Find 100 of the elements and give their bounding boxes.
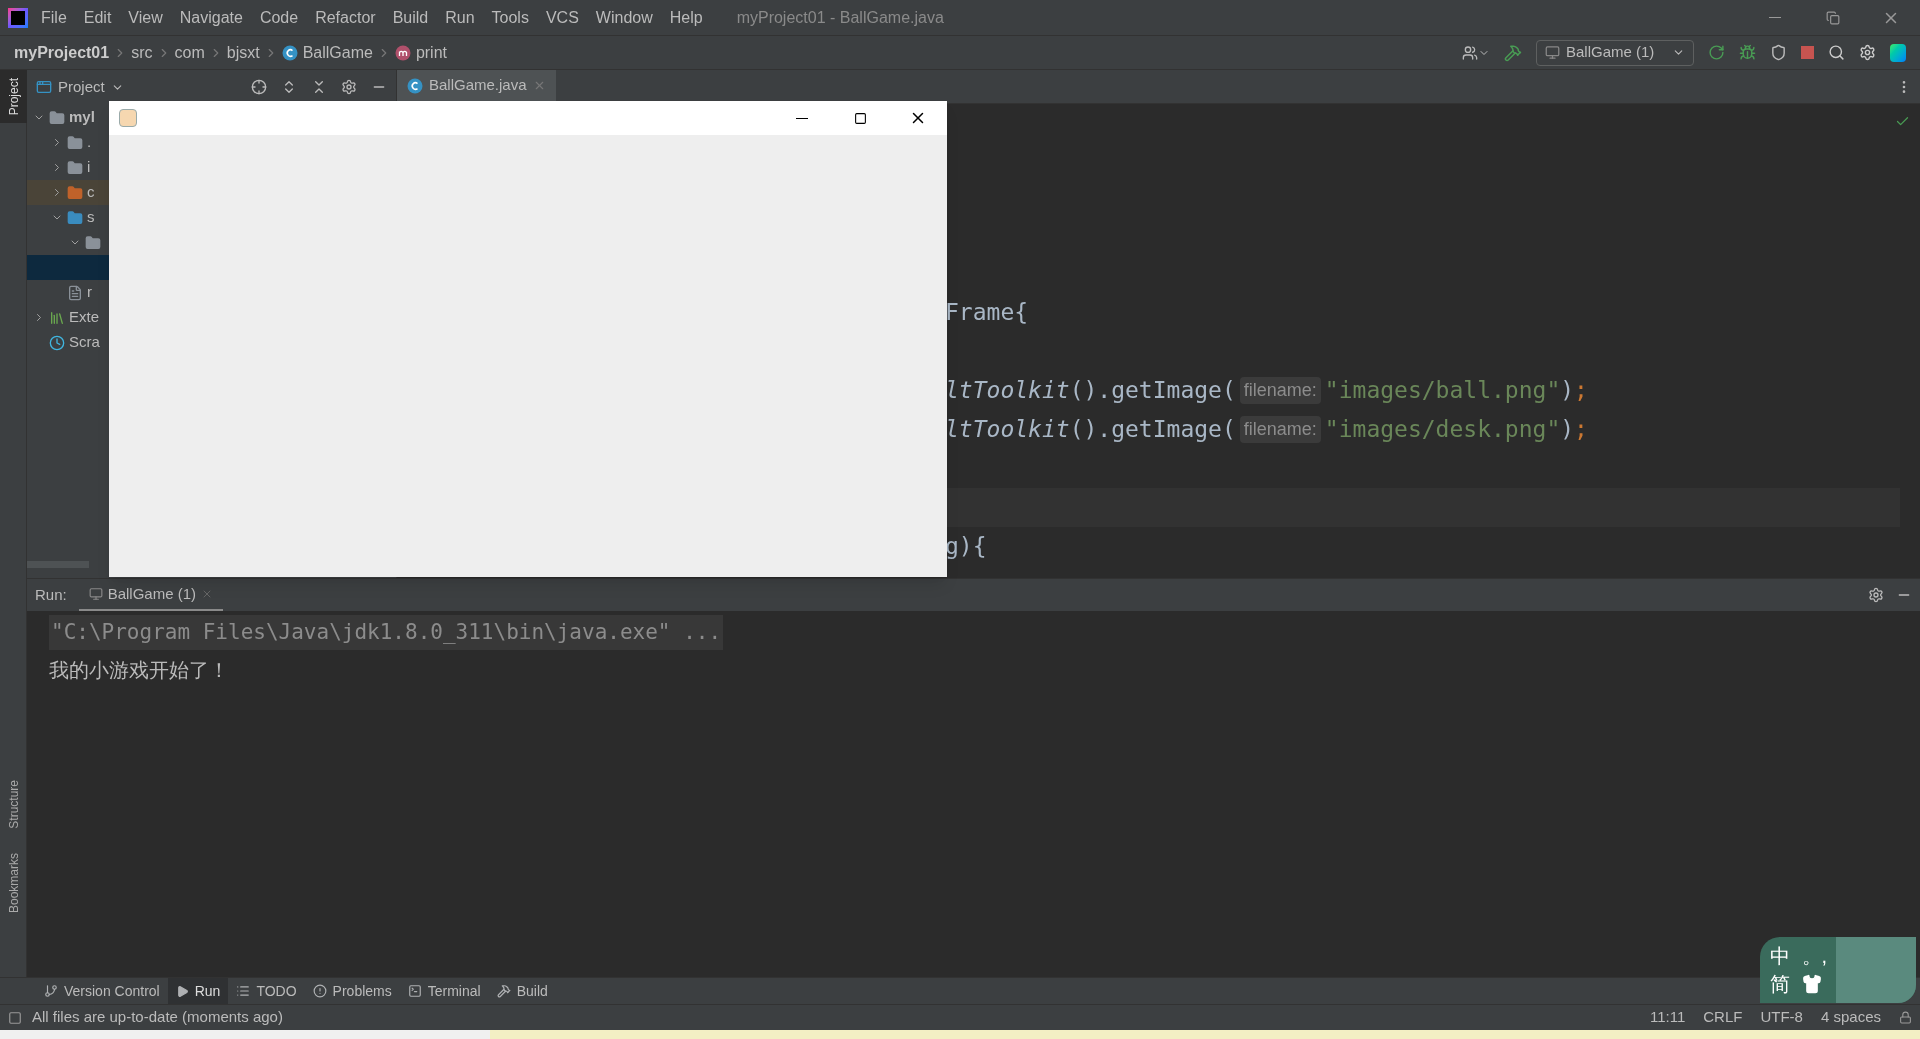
tree-label: i — [87, 157, 91, 178]
menu-item[interactable]: VCS — [545, 5, 579, 30]
menu-item[interactable]: Code — [259, 5, 299, 30]
code-text: ) — [1560, 376, 1575, 406]
ime-mode[interactable]: 中 — [1770, 942, 1796, 970]
parameter-hint: filename: — [1239, 416, 1321, 443]
tree-row[interactable]: i — [27, 155, 109, 180]
breadcrumb-item[interactable]: src — [131, 40, 153, 65]
menu-item[interactable]: Help — [669, 5, 703, 30]
tool-window-tab[interactable]: Terminal — [399, 978, 489, 1004]
status-item[interactable]: CRLF — [1703, 1006, 1743, 1029]
lock-icon[interactable] — [1899, 1011, 1912, 1024]
console-line: 我的小游戏开始了！ — [49, 657, 229, 684]
menu-item[interactable]: Navigate — [179, 5, 243, 30]
libraries-icon — [49, 309, 65, 326]
tree-label: Exte — [69, 307, 99, 328]
alert-icon — [312, 984, 327, 998]
tree-row[interactable]: Exte — [27, 305, 109, 330]
monitor-icon — [1545, 45, 1560, 60]
locate-icon[interactable] — [251, 79, 267, 95]
side-tab[interactable]: Project — [0, 70, 27, 124]
panel-toggle-icon[interactable] — [8, 1010, 22, 1025]
plugin-logo-icon[interactable] — [1890, 43, 1906, 62]
code-text: ; — [1574, 415, 1588, 445]
tree-row[interactable]: . — [27, 130, 109, 155]
string-literal: "images/ball.png" — [1324, 376, 1561, 406]
method-icon — [394, 44, 411, 61]
tree-row[interactable]: s — [27, 205, 109, 230]
breadcrumb-item[interactable]: print — [394, 40, 447, 65]
tool-window-tab[interactable]: Version Control — [36, 978, 168, 1004]
ime-punctuation[interactable]: 。, — [1801, 942, 1828, 970]
breadcrumb-item[interactable]: com — [174, 40, 205, 65]
clock-icon — [49, 334, 65, 351]
run-config-dropdown[interactable]: BallGame (1) — [1536, 39, 1694, 66]
branch-icon — [44, 984, 58, 998]
menu-item[interactable]: Tools — [491, 5, 529, 30]
tool-window-tab[interactable]: TODO — [228, 978, 305, 1004]
folder-icon — [67, 184, 83, 201]
panel-title[interactable]: Project — [58, 75, 105, 99]
tool-window-tab[interactable]: Run — [167, 978, 229, 1004]
restore-icon — [1826, 10, 1840, 25]
panel-label: Run: — [35, 584, 67, 605]
folder-icon — [67, 209, 83, 226]
menu-item[interactable]: Run — [445, 5, 475, 30]
editor-tab[interactable]: BallGame.java — [397, 70, 556, 103]
tree-label: r — [87, 282, 92, 303]
tool-window-tab[interactable]: Problems — [304, 978, 400, 1004]
file-icon — [67, 284, 83, 301]
shield-icon[interactable] — [1770, 44, 1787, 61]
menu-item[interactable]: Build — [392, 5, 429, 30]
tree-row[interactable]: r — [27, 280, 109, 305]
window-icon — [36, 79, 52, 95]
tree-label: Scra — [69, 332, 100, 353]
settings-icon[interactable] — [1859, 44, 1876, 61]
window-title: myProject01 - BallGame.java — [736, 7, 944, 28]
folder-icon — [67, 159, 83, 176]
status-item[interactable]: UTF-8 — [1760, 1006, 1803, 1029]
monitor-icon — [88, 587, 103, 601]
ime-script[interactable]: 简 — [1770, 970, 1796, 998]
folder-icon — [49, 109, 65, 126]
user-icon[interactable] — [1462, 44, 1490, 61]
status-item[interactable]: 4 spaces — [1820, 1006, 1881, 1029]
shirt-icon[interactable] — [1801, 974, 1822, 994]
code-text: ltToolkit — [945, 415, 1070, 445]
menu-item[interactable]: View — [128, 5, 163, 30]
menu-item[interactable]: Window — [595, 5, 653, 30]
status-item[interactable]: 11:11 — [1649, 1006, 1686, 1029]
menu-item[interactable]: File — [41, 5, 67, 30]
maximize-icon — [853, 111, 867, 125]
folder-icon — [85, 234, 101, 251]
terminal-icon — [407, 984, 422, 998]
tree-row[interactable]: c — [27, 180, 109, 205]
settings-icon[interactable] — [1868, 587, 1884, 603]
folder-icon — [67, 134, 83, 151]
breadcrumb-item[interactable]: myProject01 — [14, 40, 110, 65]
tool-window-tab[interactable]: Build — [488, 978, 556, 1004]
side-tab[interactable]: Structure — [0, 772, 27, 837]
breadcrumb-item[interactable]: BallGame — [281, 40, 373, 65]
parameter-hint: filename: — [1239, 377, 1321, 404]
code-text: Frame{ — [945, 298, 1029, 328]
breadcrumb-item[interactable]: bjsxt — [226, 40, 260, 65]
code-text: g){ — [945, 532, 987, 562]
scrollbar[interactable] — [27, 561, 89, 568]
menu-item[interactable]: Refactor — [315, 5, 376, 30]
tree-label: s — [87, 207, 95, 228]
class-icon — [281, 44, 298, 61]
code-text: ) — [1560, 415, 1575, 445]
tree-row[interactable]: Scra — [27, 330, 109, 355]
status-message: All files are up-to-date (moments ago) — [32, 1007, 283, 1028]
rerun-icon[interactable] — [1708, 44, 1725, 61]
bug-icon[interactable] — [1739, 44, 1756, 61]
tree-row[interactable]: myl — [27, 105, 109, 130]
settings-icon[interactable] — [341, 79, 357, 95]
console-tab[interactable]: BallGame (1) — [78, 579, 224, 611]
menu-item[interactable]: Edit — [83, 5, 112, 30]
play-icon — [175, 984, 189, 998]
side-tab[interactable]: Bookmarks — [0, 844, 27, 921]
search-icon[interactable] — [1828, 44, 1845, 61]
hammer-icon[interactable] — [1504, 43, 1522, 62]
string-literal: "images/desk.png" — [1324, 415, 1561, 445]
